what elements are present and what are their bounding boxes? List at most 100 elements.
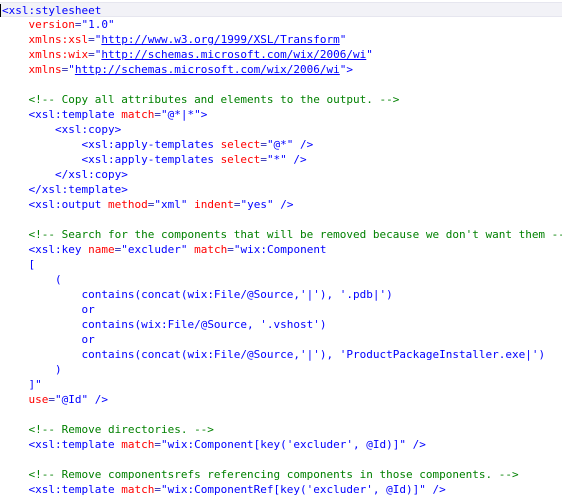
token-attr: match bbox=[121, 438, 155, 451]
token-cmt: <!-- Remove componentsrefs referencing c… bbox=[28, 468, 519, 481]
token-attr: select bbox=[220, 153, 261, 166]
token-attr: xmlns bbox=[28, 63, 62, 76]
code-line[interactable]: <!-- Copy all attributes and elements to… bbox=[0, 92, 562, 107]
token-tag: </xsl:template> bbox=[28, 183, 128, 196]
code-line[interactable]: <!-- Search for the components that will… bbox=[0, 227, 562, 242]
token-tag: /> bbox=[273, 198, 294, 211]
token-val: "wix:Component[key('excluder', @Id)]" bbox=[160, 438, 407, 451]
code-line[interactable]: version="1.0" bbox=[0, 17, 562, 32]
token-val: contains(concat(wix:File/@Source,'|'), '… bbox=[81, 348, 546, 361]
token-attr: use bbox=[28, 393, 49, 406]
code-line[interactable]: <xsl:output method="xml" indent="yes" /> bbox=[0, 197, 562, 212]
token-val: " bbox=[68, 63, 75, 76]
code-line[interactable]: </xsl:template> bbox=[0, 182, 562, 197]
token-val: "xml" bbox=[154, 198, 188, 211]
token-val: "@*" bbox=[266, 138, 294, 151]
token-punc: = bbox=[48, 393, 55, 406]
token-url[interactable]: http://schemas.microsoft.com/wix/2006/wi bbox=[101, 48, 366, 61]
token-punc: = bbox=[88, 48, 95, 61]
token-val: ]" bbox=[28, 378, 42, 391]
token-punc: = bbox=[227, 243, 234, 256]
token-val: " bbox=[366, 48, 373, 61]
token-tag: > bbox=[200, 108, 208, 121]
code-line[interactable]: xmlns="http://schemas.microsoft.com/wix/… bbox=[0, 62, 562, 77]
code-line[interactable] bbox=[0, 407, 562, 422]
token-val: "*" bbox=[266, 153, 287, 166]
token-val: [ bbox=[28, 258, 36, 271]
code-line[interactable]: <xsl:apply-templates select="*" /> bbox=[0, 152, 562, 167]
code-line[interactable]: contains(wix:File/@Source, '.vshost') bbox=[0, 317, 562, 332]
token-tag: <xsl:template bbox=[28, 108, 122, 121]
token-url[interactable]: http://schemas.microsoft.com/wix/2006/wi bbox=[75, 63, 340, 76]
code-content[interactable]: <xsl:stylesheet version="1.0" xmlns:xsl=… bbox=[0, 2, 562, 500]
code-line[interactable]: <xsl:template match="wix:Component[key('… bbox=[0, 437, 562, 452]
token-val: or bbox=[81, 303, 95, 316]
code-editor[interactable]: <xsl:stylesheet version="1.0" xmlns:xsl=… bbox=[0, 0, 562, 500]
token-punc: = bbox=[88, 33, 95, 46]
code-line[interactable] bbox=[0, 77, 562, 92]
token-punc: = bbox=[260, 153, 267, 166]
code-line[interactable]: <!-- Remove componentsrefs referencing c… bbox=[0, 467, 562, 482]
token-tag: <xsl:apply-templates bbox=[81, 153, 221, 166]
code-line[interactable]: xmlns:xsl= "http://www.w3.org/1999/XSL/Tr… bbox=[0, 32, 562, 47]
code-line[interactable]: [ bbox=[0, 257, 562, 272]
code-line[interactable]: </xsl:copy> bbox=[0, 167, 562, 182]
code-line[interactable]: or bbox=[0, 302, 562, 317]
token-attr: indent bbox=[194, 198, 234, 211]
token-cmt: <!-- Copy all attributes and elements to… bbox=[28, 93, 400, 106]
token-attr: method bbox=[107, 198, 148, 211]
code-line[interactable]: <xsl:key name="excluder" match="wix:Comp… bbox=[0, 242, 562, 257]
code-line[interactable]: <xsl:copy> bbox=[0, 122, 562, 137]
code-line[interactable]: <xsl:stylesheet bbox=[0, 2, 562, 17]
token-val: "yes" bbox=[240, 198, 274, 211]
token-tag: <xsl:key bbox=[28, 243, 89, 256]
code-line[interactable] bbox=[0, 212, 562, 227]
token-tag: <xsl:template bbox=[28, 483, 122, 496]
token-attr: xmlns:xsl bbox=[28, 33, 89, 46]
token-val: "1.0" bbox=[81, 18, 115, 31]
token-tag: /> bbox=[286, 153, 307, 166]
token-tag: </xsl:copy> bbox=[54, 168, 128, 181]
code-line[interactable]: use="@Id" /> bbox=[0, 392, 562, 407]
token-tag: <xsl:template bbox=[28, 438, 122, 451]
code-line[interactable]: <!-- Remove directories. --> bbox=[0, 422, 562, 437]
code-line[interactable]: ( bbox=[0, 272, 562, 287]
token-attr: select bbox=[220, 138, 261, 151]
token-val: "wix:ComponentRef[key('excluder', @Id)]" bbox=[160, 483, 426, 496]
code-line[interactable]: ) bbox=[0, 362, 562, 377]
token-tag: > bbox=[346, 63, 354, 76]
token-tag: <xsl:stylesheet bbox=[2, 4, 102, 17]
token-tag: <xsl:apply-templates bbox=[81, 138, 221, 151]
code-line[interactable]: contains(concat(wix:File/@Source,'|'), '… bbox=[0, 347, 562, 362]
token-url[interactable]: http://www.w3.org/1999/XSL/Transform bbox=[101, 33, 339, 46]
token-val: "excluder" bbox=[121, 243, 188, 256]
code-line[interactable]: xmlns:wix= "http://schemas.microsoft.com/… bbox=[0, 47, 562, 62]
code-line[interactable]: <xsl:apply-templates select="@*" /> bbox=[0, 137, 562, 152]
code-line[interactable]: <xsl:template match="@*|*"> bbox=[0, 107, 562, 122]
token-val: ( bbox=[54, 273, 62, 286]
token-tag: <xsl:copy> bbox=[54, 123, 122, 136]
code-line[interactable]: ]" bbox=[0, 377, 562, 392]
code-line[interactable]: or bbox=[0, 332, 562, 347]
code-line[interactable]: <xsl:template match="wix:ComponentRef[ke… bbox=[0, 482, 562, 497]
code-line[interactable]: contains(concat(wix:File/@Source,'|'), '… bbox=[0, 287, 562, 302]
token-cmt: <!-- Remove directories. --> bbox=[28, 423, 214, 436]
token-tag: /> bbox=[406, 438, 426, 451]
code-line[interactable] bbox=[0, 452, 562, 467]
